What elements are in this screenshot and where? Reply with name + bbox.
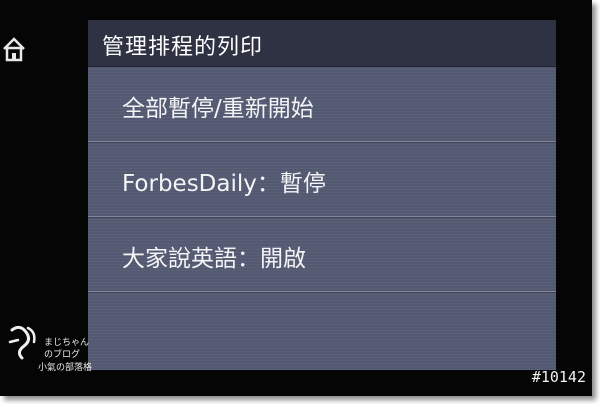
title-bar: 管理排程的列印 (88, 20, 556, 67)
menu-item-pause-resume-all[interactable]: 全部暫停/重新開始 (88, 67, 556, 142)
menu-item-label: 全部暫停/重新開始 (122, 96, 314, 122)
menu-item-label: 大家說英語：開啟 (122, 246, 306, 272)
home-icon[interactable] (2, 35, 26, 63)
printer-screen: 管理排程的列印 全部暫停/重新開始 ForbesDaily：暫停 大家說英語：開… (88, 20, 556, 370)
photo-id: #10142 (531, 368, 586, 386)
photo-frame: 管理排程的列印 全部暫停/重新開始 ForbesDaily：暫停 大家說英語：開… (0, 0, 592, 396)
menu-item-forbesdaily[interactable]: ForbesDaily：暫停 (88, 142, 556, 217)
menu-item-everyone-speaks-english[interactable]: 大家說英語：開啟 (88, 217, 556, 292)
watermark-line3: 小氣の部落格 (38, 363, 93, 373)
watermark-line2: のブログ (44, 350, 81, 360)
page-title: 管理排程的列印 (102, 35, 264, 60)
watermark-logo (8, 325, 36, 360)
menu-item-label: ForbesDaily：暫停 (122, 171, 326, 197)
